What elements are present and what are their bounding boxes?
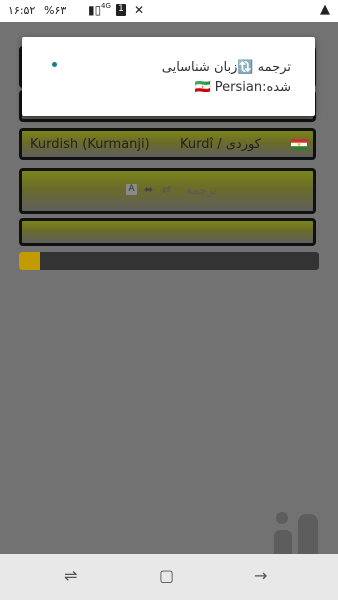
language-native-name: Kurdî / کوردی <box>180 137 261 152</box>
language-selector[interactable]: Kurdish (Kurmanji) Kurdî / کوردی <box>19 128 316 160</box>
mute-icon: ✕ <box>134 3 145 17</box>
signal-icon: ▮▯ <box>88 3 102 17</box>
output-text-box[interactable] <box>19 218 316 246</box>
network-type: 4G <box>101 2 111 10</box>
sim-icon: 1 <box>116 4 126 16</box>
a-letter-icon: A <box>126 184 137 195</box>
clock: ۱۶:۵۲ <box>8 4 36 17</box>
language-name: Kurdish (Kurmanji) <box>30 137 150 152</box>
back-icon[interactable]: → <box>254 566 267 585</box>
detected-language-toast: ترجمه 🔃زبان شناسایی شده:🇮🇷 Persian <box>22 37 315 116</box>
translate-label: ترجمه <box>186 183 217 197</box>
recent-apps-icon[interactable]: ⇌ <box>64 566 77 585</box>
progress-bar <box>19 252 319 270</box>
progress-fill <box>19 252 40 270</box>
navigation-bar: ⇌ ▢ → <box>0 554 338 600</box>
home-icon[interactable]: ▢ <box>159 566 174 585</box>
toast-line-1: ترجمه 🔃زبان شناسایی <box>161 60 291 75</box>
status-bar: ۱۶:۵۲ %۶۳ ▮▯ 4G 1 ✕ ▲ <box>0 0 338 22</box>
direction-icon: ⬌ <box>144 183 154 196</box>
toast-line-2: شده:🇮🇷 Persian <box>194 80 291 95</box>
battery-icon: %۶۳ <box>44 4 67 17</box>
translate-button[interactable]: A ⬌ ⇄ ترجمه <box>19 168 316 214</box>
swap-icon: ⇄ <box>162 183 172 196</box>
status-dot-icon <box>52 62 57 67</box>
warning-icon: ▲ <box>320 2 330 17</box>
app-area: Kurdish (Kurmanji) Kurdî / کوردی A ⬌ ⇄ ت… <box>0 22 338 596</box>
kurdistan-flag-icon <box>291 139 307 150</box>
